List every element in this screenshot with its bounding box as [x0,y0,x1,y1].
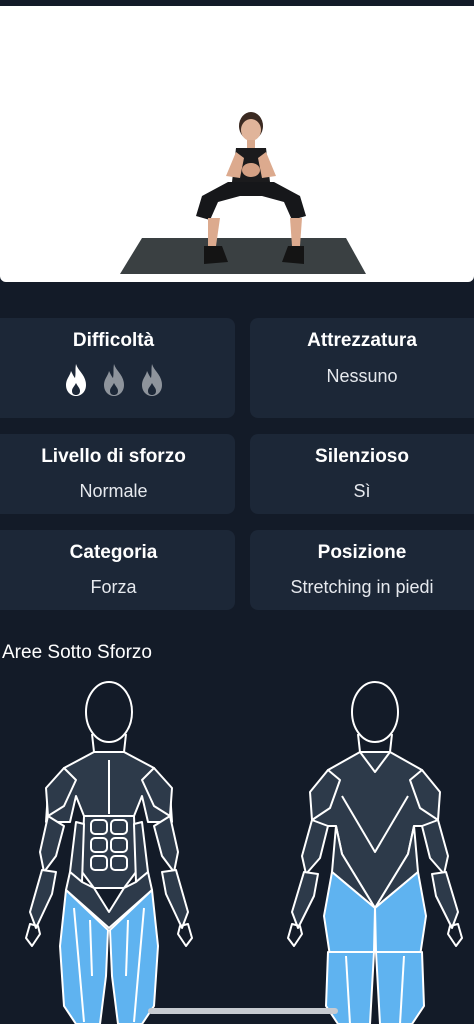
silent-value: Sì [353,481,371,501]
difficulty-title: Difficoltà [72,330,155,351]
flame-icon [65,364,86,396]
silent-title: Silenzioso [315,446,409,467]
effort-value: Normale [79,481,148,501]
difficulty-card: Difficoltà [0,318,235,418]
exercise-video[interactable] [0,6,474,282]
effort-card: Livello di sforzo Normale [0,434,235,514]
position-card: Posizione Stretching in piedi [250,530,474,610]
silent-card: Silenzioso Sì [250,434,474,514]
exercise-illustration [120,112,366,274]
stress-areas-title: Aree Sotto Sforzo [2,642,152,663]
back-body-map [287,681,463,1024]
category-value: Forza [90,577,137,597]
category-title: Categoria [69,542,158,563]
front-body-map [25,681,193,1024]
category-card: Categoria Forza [0,530,235,610]
quadriceps-front [59,889,159,1024]
flame-icon [141,364,162,396]
flame-icon [103,364,124,396]
difficulty-rating [0,363,235,397]
equipment-card: Attrezzatura Nessuno [250,318,474,418]
equipment-title: Attrezzatura [307,330,417,351]
home-indicator[interactable] [148,1008,338,1014]
exercise-mat [120,238,366,274]
effort-title: Livello di sforzo [41,446,186,467]
position-value: Stretching in piedi [290,577,434,597]
position-title: Posizione [317,542,407,563]
equipment-value: Nessuno [326,366,398,386]
